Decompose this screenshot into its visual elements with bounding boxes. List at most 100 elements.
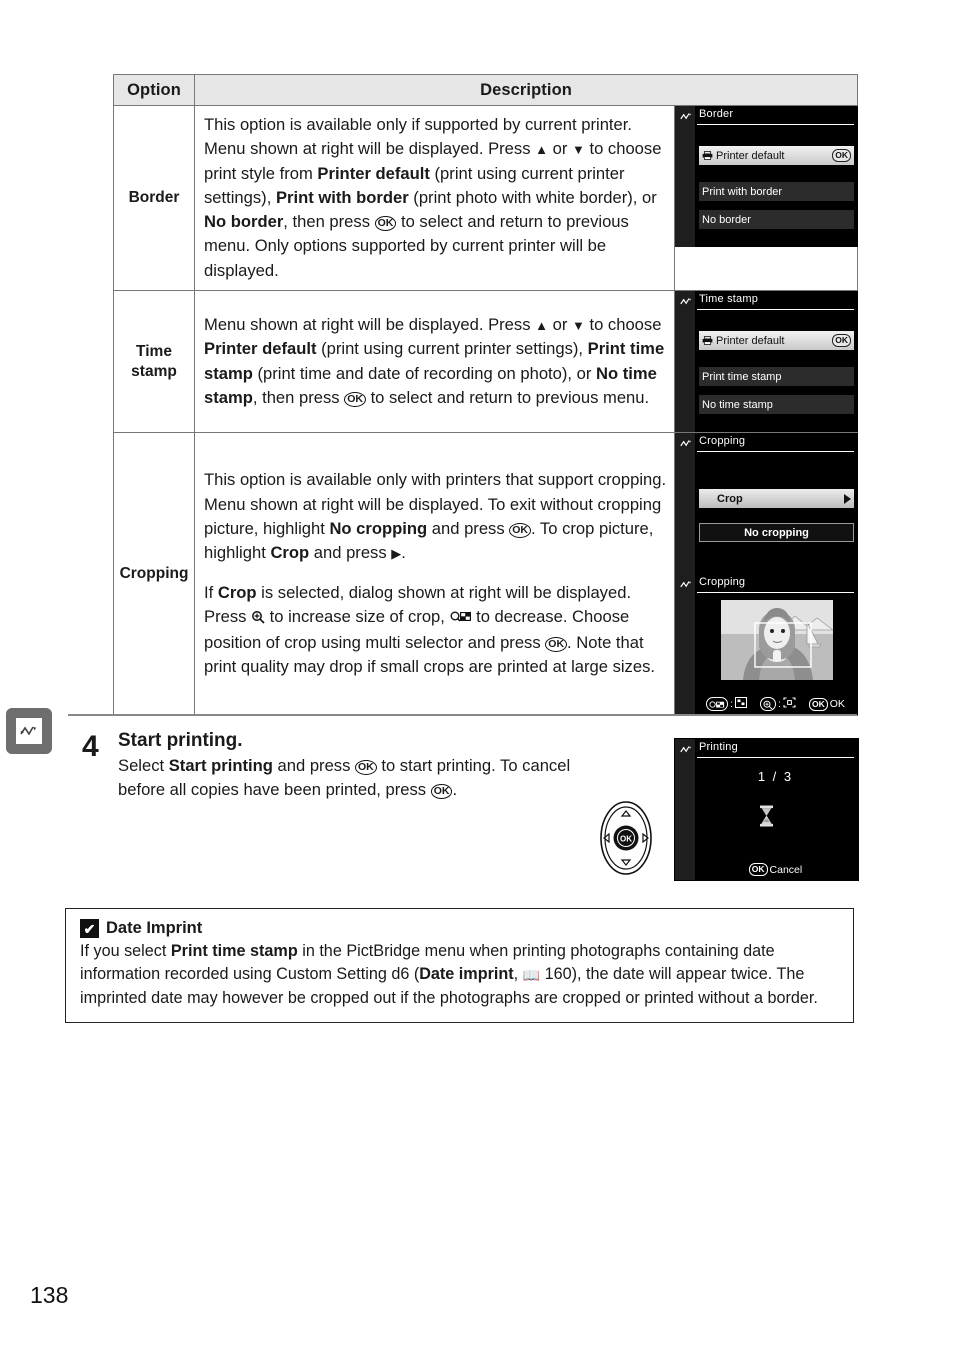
lcd-title: Cropping: [699, 576, 746, 589]
right-arrow-icon: [844, 493, 851, 504]
desc-bold-date-imprint: Date imprint: [419, 965, 514, 984]
lcd-item-label: Print with border: [702, 185, 783, 198]
zoom-in-icon: [251, 607, 265, 631]
lcd-title-rule: [697, 309, 854, 311]
lcd-screen-border-menu: Border Printer default OK Print with bor…: [675, 106, 858, 247]
desc-text: and press: [427, 518, 510, 538]
screenshot-cell-time-stamp: Time stamp Printer default OK Print time…: [674, 290, 858, 434]
desc-bold-crop: Crop: [217, 582, 257, 602]
desc-text: , then press: [252, 387, 345, 407]
colon-separator: :: [730, 698, 734, 711]
book-reference-icon: 📖: [522, 967, 541, 984]
desc-bold-printer-default: Printer default: [317, 163, 430, 183]
lcd-item-crop[interactable]: Crop: [699, 489, 854, 509]
lcd-item-printer-default[interactable]: Printer default OK: [699, 331, 854, 351]
lcd-sidebar: [675, 433, 695, 575]
thumbnail-grid-icon: [735, 697, 748, 711]
lcd-item-print-time-stamp[interactable]: Print time stamp: [699, 367, 854, 387]
ok-button-icon: OK: [509, 522, 532, 538]
table-row-time-stamp: Time stamp Menu shown at right will be d…: [113, 290, 858, 434]
printer-icon: [702, 151, 713, 160]
options-table: Option Description Border This option is…: [113, 74, 858, 717]
ok-badge: OK: [832, 149, 851, 162]
ok-button-icon: OK: [545, 637, 568, 653]
connection-zigzag-icon: [680, 746, 692, 753]
zoom-in-hint: :: [760, 697, 796, 712]
desc-text: Select: [118, 756, 169, 775]
option-description-border: This option is available only if support…: [194, 104, 675, 292]
triangle-down-icon: [572, 139, 585, 158]
desc-text: and press: [309, 543, 392, 563]
option-description-time-stamp: Menu shown at right will be displayed. P…: [194, 290, 675, 434]
table-row-cropping: Cropping This option is available only w…: [113, 432, 858, 717]
lcd-title: Cropping: [699, 435, 746, 448]
multi-selector-illustration: OK: [588, 800, 664, 876]
option-description-cropping: This option is available only with print…: [194, 432, 675, 717]
desc-text: (print time and date of recording on pho…: [252, 363, 597, 383]
desc-bold-start-printing: Start printing: [168, 756, 273, 775]
screenshot-cell-cropping-menu: Cropping Crop No cropping: [674, 432, 858, 575]
ok-button-icon: OK: [430, 784, 453, 800]
triangle-right-icon: [391, 543, 401, 562]
crop-preview-image: [721, 600, 833, 681]
desc-text: , then press: [283, 212, 375, 232]
lcd-item-label: No border: [702, 213, 751, 226]
crop-frame-icon: [783, 697, 796, 711]
zoom-out-thumbnail-icon: [450, 607, 472, 631]
lcd-item-no-time-stamp[interactable]: No time stamp: [699, 395, 854, 415]
lcd-item-label: Printer default: [716, 149, 785, 162]
triangle-up-icon: [535, 315, 548, 334]
cancel-label: Cancel: [769, 863, 803, 876]
desc-text: or: [548, 314, 572, 334]
colon-separator: :: [778, 698, 781, 711]
lcd-item-label: No cropping: [744, 526, 809, 539]
caution-checkmark-icon: ✔: [80, 919, 99, 938]
lcd-item-no-border[interactable]: No border: [699, 210, 854, 229]
svg-text:OK: OK: [620, 835, 632, 844]
column-header-option: Option: [113, 74, 195, 106]
step-number: 4: [82, 730, 99, 763]
step-4-block: 4 Start printing. Select Start printing …: [68, 730, 668, 803]
desc-text: If you select: [80, 942, 171, 960]
desc-text: or: [548, 139, 572, 159]
lcd-item-printer-default[interactable]: Printer default OK: [699, 146, 854, 165]
lcd-item-label: Crop: [717, 492, 743, 505]
step-text: Select Start printing and press OK to st…: [118, 754, 588, 803]
lcd-screen-cropping-menu: Cropping Crop No cropping: [675, 433, 858, 575]
connection-zigzag-icon: [680, 113, 692, 120]
desc-text: .: [401, 543, 406, 563]
ok-badge: OK: [808, 697, 828, 711]
zoom-in-icon: [760, 697, 777, 712]
cropping-paragraph-1: This option is available only with print…: [204, 468, 668, 565]
desc-text: ,: [513, 965, 523, 984]
ok-badge: OK: [832, 334, 851, 348]
lcd-item-no-cropping[interactable]: No cropping: [699, 523, 854, 543]
desc-bold-print-with-border: Print with border: [275, 187, 409, 207]
desc-text: to select and return to previous menu.: [365, 387, 650, 407]
table-row-border: Border This option is available only if …: [113, 104, 858, 292]
ok-hint-label: OK: [829, 698, 845, 711]
lcd-title: Time stamp: [699, 293, 759, 306]
lcd-item-label: Printer default: [716, 334, 785, 347]
lcd-sidebar: [675, 574, 695, 716]
lcd-item-print-with-border[interactable]: Print with border: [699, 182, 854, 201]
caution-title: Date Imprint: [106, 919, 203, 937]
caution-text: If you select Print time stamp in the Pi…: [80, 940, 839, 1010]
desc-text: to increase size of crop,: [265, 606, 450, 626]
zoom-out-thumbnail-icon: [706, 697, 729, 712]
triangle-down-icon: [572, 315, 585, 334]
desc-bold-no-border: No border: [204, 212, 284, 232]
ok-button-icon: OK: [374, 216, 397, 232]
desc-text: (print photo with white border), or: [408, 187, 657, 207]
option-name-cropping: Cropping: [113, 432, 195, 717]
crop-dialog-bottom-bar: : : OK OK: [697, 697, 854, 712]
option-name-time-stamp: Time stamp: [113, 290, 195, 434]
lcd-title-rule: [697, 592, 854, 594]
lcd-item-label: No time stamp: [702, 398, 773, 411]
screenshot-printing: Printing 1 / 3 OK Cancel: [674, 738, 859, 881]
connection-zigzag-icon: [680, 440, 692, 447]
ok-button-icon: OK: [344, 391, 366, 407]
print-progress-count: 1 / 3: [757, 769, 794, 784]
triangle-up-icon: [535, 139, 548, 158]
lcd-item-label: Print time stamp: [702, 370, 782, 383]
